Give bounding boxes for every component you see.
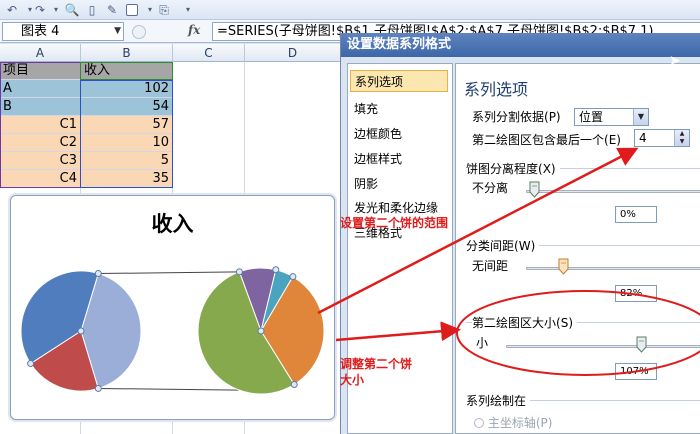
second-plot-size-slider-thumb[interactable] (636, 336, 647, 353)
annotation-range-note: 设置第二个饼的范围 (340, 216, 449, 230)
slice-handle (272, 266, 280, 274)
name-box-value: 图表 4 (21, 24, 60, 39)
column-header-d[interactable]: D (245, 44, 340, 62)
center-handle (77, 327, 85, 335)
gap-width-label: 分类间距(W) (466, 237, 540, 254)
dialog-title[interactable]: 设置数据系列格式 (341, 33, 700, 57)
nav-border-color[interactable]: 边框颜色 (354, 125, 402, 142)
gap-width-value[interactable]: 82% (615, 285, 657, 302)
connector-line-bottom (98, 387, 240, 391)
second-plot-size-value[interactable]: 107% (615, 363, 657, 380)
chevron-down-icon[interactable]: ▼ (114, 23, 121, 40)
panel-title: 系列选项 (464, 80, 529, 99)
series-name-highlight (80, 62, 173, 80)
series-options-panel: 系列选项 系列分割依据(P) 位置 ▼ 第二绘图区包含最后一个(E) 4 ▲ ▼ … (455, 63, 700, 434)
pie-of-pie-chart[interactable]: 收入 (10, 195, 335, 420)
second-plot-size-label: 第二绘图区大小(S) (472, 314, 577, 331)
values-range-highlight (80, 80, 173, 188)
format-data-series-dialog: 设置数据系列格式 系列选项 填充 边框颜色 边框样式 阴影 发光和柔化边缘 三维… (340, 33, 700, 434)
paste-format-icon[interactable]: ✎ (104, 2, 120, 18)
connector-line-top (98, 271, 240, 275)
gap-width-text: 分类间距 (466, 239, 515, 253)
second-plot-key: (E) (604, 133, 621, 147)
small-label: 小 (476, 336, 489, 350)
print-preview-icon[interactable]: 🔍 (64, 2, 80, 18)
copy-icon[interactable]: ⎘ (156, 2, 172, 18)
redo-dropdown-icon[interactable]: ▾ (48, 2, 64, 18)
gap-width-track[interactable] (526, 267, 700, 270)
undo-icon[interactable]: ↶ (4, 2, 20, 18)
column-header-a[interactable]: A (0, 44, 81, 62)
pie-explosion-label: 饼图分离程度(X) (466, 160, 560, 177)
slice-handle (235, 268, 243, 276)
redo-icon[interactable]: ↷ (32, 2, 48, 18)
pie-explosion-key: (X) (538, 162, 556, 176)
slice-handle (290, 381, 298, 389)
nav-border-style[interactable]: 边框样式 (354, 150, 402, 167)
slice-handle (94, 384, 102, 392)
gap-width-slider-thumb[interactable] (558, 258, 569, 275)
second-plot-size-key: (S) (556, 316, 573, 330)
insert-function-icon[interactable]: fx (188, 23, 200, 37)
primary-axis-radio[interactable]: 主坐标轴(P) (474, 414, 552, 431)
no-separation-label: 不分离 (472, 181, 509, 195)
second-plot-size-text: 第二绘图区大小 (472, 316, 557, 330)
pie-explosion-text: 饼图分离程度 (466, 162, 539, 176)
split-by-text: 系列分割依据 (472, 110, 545, 124)
name-box[interactable]: 图表 4 ▼ (2, 22, 124, 41)
annotation-size-note-1: 调整第二个饼 (340, 357, 413, 371)
center-handle (257, 327, 265, 335)
nav-shadow[interactable]: 阴影 (354, 175, 378, 192)
split-by-key: (P) (544, 110, 561, 124)
quick-access-toolbar: ↶ ▾ ↷ ▾ 🔍 ▯ ✎ ▾ ⎘ ▾ (0, 0, 700, 20)
spinner-arrows-icon[interactable]: ▲ ▼ (674, 130, 689, 146)
column-header-b[interactable]: B (81, 44, 173, 62)
second-plot-values-spinner[interactable]: 4 ▲ ▼ (634, 129, 690, 147)
slice-handle (94, 270, 102, 278)
gap-width-key: (W) (514, 239, 536, 253)
radio-icon[interactable] (474, 418, 484, 428)
second-plot-text: 第二绘图区包含最后一个 (472, 133, 605, 147)
pie-explosion-slider-thumb[interactable] (529, 181, 540, 198)
split-by-label: 系列分割依据(P) (472, 108, 561, 125)
column-header-c[interactable]: C (173, 44, 245, 62)
split-by-value: 位置 (579, 110, 604, 124)
plot-series-on-label: 系列绘制在 (466, 392, 531, 409)
second-plot-value: 4 (639, 131, 647, 145)
no-gap-label: 无间距 (472, 259, 509, 273)
pie-explosion-track[interactable] (526, 190, 700, 193)
chevron-down-icon[interactable]: ▼ (633, 109, 648, 125)
primary-axis-text: 主坐标轴 (487, 416, 536, 430)
chart-plot-area[interactable] (11, 196, 336, 421)
formula-bar-splitter[interactable] (132, 25, 146, 39)
new-document-icon[interactable]: ▯ (84, 2, 100, 18)
category-range-highlight (0, 62, 81, 188)
annotation-size-note-2: 大小 (340, 373, 365, 387)
nav-series-options[interactable]: 系列选项 (350, 70, 448, 92)
primary-axis-key: (P) (535, 416, 553, 430)
second-plot-size-track[interactable] (506, 345, 700, 348)
slice-handle (27, 360, 35, 368)
more-icon[interactable]: ▾ (180, 2, 196, 18)
second-plot-label: 第二绘图区包含最后一个(E) (472, 131, 621, 148)
split-by-select[interactable]: 位置 ▼ (574, 108, 649, 126)
pie-explosion-value[interactable]: 0% (615, 206, 657, 223)
mouse-cursor-icon: ➤ (669, 53, 681, 69)
nav-fill[interactable]: 填充 (354, 100, 378, 117)
slice-handle (289, 273, 297, 281)
column-headers: A B C D (0, 44, 340, 62)
shape-icon[interactable] (126, 4, 138, 16)
